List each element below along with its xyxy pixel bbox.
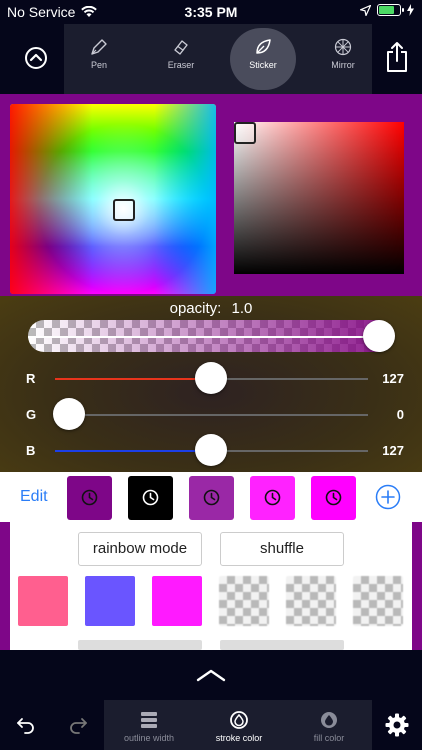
color-sliders-panel: opacity: 1.0 R 127 G 0 B 127 — [0, 296, 422, 472]
suggested-color-swatch[interactable] — [85, 576, 135, 626]
redo-button[interactable] — [68, 715, 88, 740]
opacity-label-text: opacity: — [169, 300, 222, 317]
saved-color-swatch[interactable] — [250, 476, 295, 520]
top-toolbar: Pen Eraser Sticker Mirror — [0, 24, 422, 94]
blue-slider-fill — [55, 450, 211, 452]
clock-icon — [264, 489, 281, 506]
suggested-color-swatch[interactable] — [152, 576, 202, 626]
collapse-toolbar-button[interactable] — [24, 46, 48, 75]
empty-swatch-placeholder — [219, 576, 269, 626]
tool-eraser[interactable]: Eraser — [150, 32, 212, 88]
eraser-icon — [174, 40, 188, 55]
tool-pen-label: Pen — [90, 60, 107, 70]
clock-icon — [203, 489, 220, 506]
green-value: 0 — [396, 407, 404, 422]
rainbow-mode-button[interactable]: rainbow mode — [78, 532, 202, 566]
hue-picker-cursor[interactable] — [113, 199, 135, 221]
clock-icon — [81, 489, 98, 506]
settings-button[interactable] — [385, 713, 409, 742]
tool-mirror[interactable]: Mirror — [312, 32, 374, 88]
add-swatch-button[interactable] — [375, 484, 401, 515]
plus-circle-icon — [375, 484, 401, 510]
tool-pen[interactable]: Pen — [68, 32, 130, 88]
next-row-button-edge — [78, 640, 202, 650]
leaf-icon — [256, 39, 271, 54]
opacity-value: 1.0 — [231, 300, 253, 317]
color-picker-panel — [0, 94, 422, 296]
undo-button[interactable] — [16, 715, 36, 740]
clock-icon — [142, 489, 159, 506]
tab-fill-color[interactable]: fill color — [284, 710, 374, 743]
saved-color-swatch[interactable] — [311, 476, 356, 520]
opacity-slider-knob[interactable] — [363, 320, 395, 352]
status-bar: No Service 3:35 PM — [0, 0, 422, 24]
tab-outline-width[interactable]: outline width — [104, 710, 194, 743]
share-icon — [387, 42, 407, 72]
location-arrow-icon — [360, 4, 371, 16]
opacity-slider-line — [28, 336, 394, 338]
blue-value: 127 — [382, 443, 404, 458]
chevron-up-icon — [196, 669, 226, 682]
empty-swatch-placeholder — [286, 576, 336, 626]
red-slider-knob[interactable] — [194, 362, 227, 394]
tab-stroke-color[interactable]: stroke color — [194, 710, 284, 743]
saturation-brightness-picker[interactable] — [234, 122, 404, 274]
blue-label: B — [26, 443, 36, 458]
saved-color-swatch[interactable] — [128, 476, 173, 520]
tool-sticker-label: Sticker — [249, 60, 277, 70]
tab-fill-color-label: fill color — [313, 733, 345, 743]
mirror-icon — [334, 38, 352, 56]
status-time: 3:35 PM — [184, 4, 238, 20]
tool-selector: Pen Eraser Sticker Mirror — [64, 24, 372, 94]
undo-icon — [17, 718, 34, 734]
saved-color-swatch[interactable] — [189, 476, 234, 520]
status-right — [360, 4, 414, 16]
tab-outline-width-label: outline width — [123, 733, 175, 743]
blue-slider-knob[interactable] — [194, 434, 227, 466]
tool-eraser-label: Eraser — [167, 60, 195, 70]
next-row-button-edge — [220, 640, 344, 650]
saved-color-swatch[interactable] — [67, 476, 112, 520]
outline-width-icon — [141, 712, 157, 728]
hue-picker[interactable] — [10, 104, 216, 294]
green-label: G — [26, 407, 37, 422]
chevron-up-circle-icon — [25, 47, 47, 69]
shuffle-button[interactable]: shuffle — [220, 532, 344, 566]
clock-icon — [325, 489, 342, 506]
pen-icon — [91, 39, 107, 55]
panel-collapse-bar[interactable] — [0, 650, 422, 700]
tab-stroke-color-label: stroke color — [215, 733, 263, 743]
battery-level — [379, 6, 394, 14]
suggested-color-swatch[interactable] — [18, 576, 68, 626]
charging-bolt-icon — [407, 4, 414, 16]
color-suggestions-panel: rainbow mode shuffle — [0, 522, 422, 650]
saved-colors-bar: Edit — [0, 472, 422, 522]
redo-icon — [70, 718, 87, 734]
gear-icon — [385, 713, 409, 737]
green-slider-track[interactable] — [55, 414, 368, 416]
fill-color-icon — [321, 712, 337, 728]
battery-icon — [377, 4, 404, 16]
tool-mirror-label: Mirror — [331, 60, 355, 70]
green-slider-knob[interactable] — [53, 398, 85, 430]
red-slider-fill — [55, 378, 211, 380]
bottom-toolbar: outline width stroke color fill color — [0, 700, 422, 750]
suggestions-card: rainbow mode shuffle — [10, 522, 412, 650]
empty-swatch-placeholder — [353, 576, 403, 626]
opacity-label: opacity: 1.0 — [0, 300, 422, 317]
edit-swatches-button[interactable]: Edit — [20, 488, 48, 506]
red-label: R — [26, 371, 36, 386]
red-value: 127 — [382, 371, 404, 386]
stroke-color-icon — [230, 711, 248, 729]
saturation-picker-cursor[interactable] — [234, 122, 256, 144]
property-tabs: outline width stroke color fill color — [104, 700, 372, 750]
share-button[interactable] — [386, 41, 408, 78]
tool-sticker[interactable]: Sticker — [230, 28, 296, 90]
